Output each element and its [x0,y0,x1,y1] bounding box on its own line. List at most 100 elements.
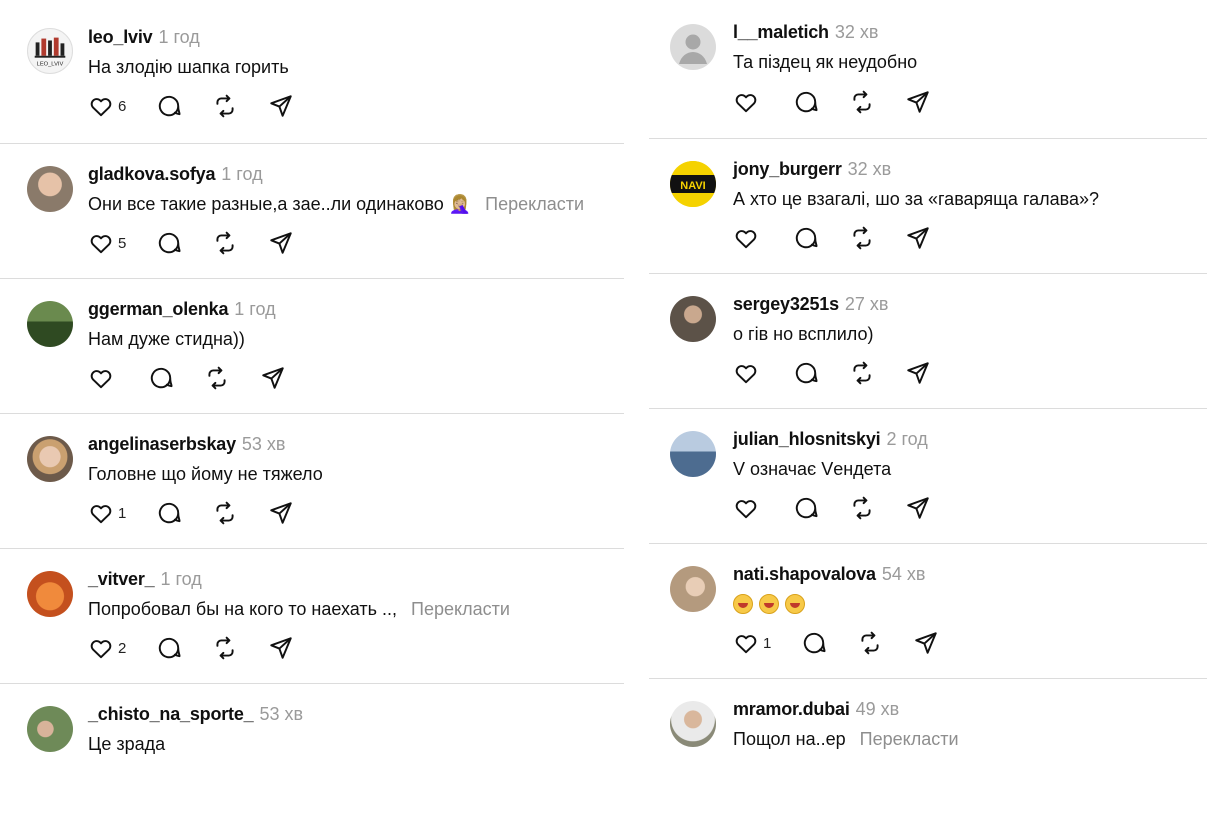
comment-icon [801,630,827,656]
post: sergey3251s 27 хв о гів но всплило) [649,274,1207,409]
repost-button[interactable] [849,89,875,115]
like-button[interactable] [733,225,763,251]
like-button[interactable]: 6 [88,93,126,119]
reply-button[interactable] [801,630,827,656]
comment-icon [148,365,174,391]
like-button[interactable]: 2 [88,635,126,661]
action-bar [88,364,316,392]
username[interactable]: _vitver_ [88,569,155,589]
reply-button[interactable] [793,360,819,386]
username[interactable]: nati.shapovalova [733,564,876,584]
reply-button[interactable] [793,225,819,251]
avatar[interactable] [27,706,73,752]
like-button[interactable]: 5 [88,230,126,256]
avatar[interactable] [670,701,716,747]
like-button[interactable] [733,360,763,386]
comment-text: V означає Vендета [733,459,892,479]
share-button[interactable] [268,230,294,256]
post-time: 53 хв [259,704,304,724]
username[interactable]: _chisto_na_sporte_ [88,704,254,724]
action-bar: 5 [88,229,324,257]
avatar[interactable] [670,296,716,342]
like-button[interactable] [88,365,118,391]
share-button[interactable] [268,635,294,661]
post-time: 1 год [221,164,263,184]
comment-text: Пощол на..ер [733,729,846,749]
reply-button[interactable] [156,635,182,661]
like-button[interactable] [733,89,763,115]
comment-text: Головне що йому не тяжело [88,464,323,484]
share-button[interactable] [913,630,939,656]
like-count: 6 [118,97,127,115]
post: gladkova.sofya 1 год Они все такие разные… [0,144,624,279]
repost-button[interactable] [849,360,875,386]
translate-link[interactable]: Перекласти [485,194,584,214]
post: LEO_LVIV leo_lviv 1 год На злодію шапка г… [0,0,624,144]
share-icon [268,500,294,526]
post-time: 32 хв [847,159,892,179]
repost-button[interactable] [212,500,238,526]
heart-icon [733,225,759,251]
avatar[interactable] [670,24,716,70]
like-button[interactable]: 1 [88,500,126,526]
post-time: 27 хв [844,294,889,314]
avatar[interactable] [27,571,73,617]
avatar[interactable] [670,566,716,612]
heart-icon [733,495,759,521]
reply-button[interactable] [156,500,182,526]
username[interactable]: ggerman_olenka [88,299,228,319]
share-button[interactable] [905,89,931,115]
post: l__maletich 32 хв Та пізде‌ц як неудобно [649,0,1207,139]
post-time: 1 год [160,569,202,589]
username[interactable]: mramor.dubai [733,699,850,719]
reply-button[interactable] [156,93,182,119]
share-icon [905,225,931,251]
translate-link[interactable]: Перекласти [860,729,959,749]
username[interactable]: jony_burgerr [733,159,842,179]
repost-icon [849,495,875,521]
username[interactable]: angelinaserbskay [88,434,236,454]
action-bar: 1 [733,629,969,657]
like-count: 5 [118,234,127,252]
repost-button[interactable] [212,230,238,256]
like-button[interactable]: 1 [733,630,771,656]
share-button[interactable] [268,500,294,526]
repost-button[interactable] [212,93,238,119]
share-button[interactable] [260,365,286,391]
comment-icon [793,495,819,521]
avatar[interactable] [670,431,716,477]
post: _chisto_na_sporte_ 53 хв Це зрада [0,684,624,819]
username[interactable]: l__maletich [733,22,829,42]
reply-button[interactable] [793,495,819,521]
username[interactable]: julian_hlosnitskyi [733,429,881,449]
share-button[interactable] [905,360,931,386]
like-button[interactable] [733,495,763,521]
repost-button[interactable] [204,365,230,391]
reply-button[interactable] [148,365,174,391]
share-button[interactable] [268,93,294,119]
default-avatar-icon [679,34,707,64]
action-bar: 2 [88,634,324,662]
action-bar [733,88,961,116]
avatar[interactable] [27,436,73,482]
repost-button[interactable] [857,630,883,656]
like-count: 1 [118,504,127,522]
username[interactable]: leo_lviv [88,27,153,47]
share-button[interactable] [905,225,931,251]
username[interactable]: gladkova.sofya [88,164,215,184]
reply-button[interactable] [156,230,182,256]
username[interactable]: sergey3251s [733,294,839,314]
comment-icon [793,89,819,115]
comment-icon [156,635,182,661]
reply-button[interactable] [793,89,819,115]
repost-button[interactable] [849,225,875,251]
svg-text:LEO_LVIV: LEO_LVIV [37,61,64,67]
repost-button[interactable] [849,495,875,521]
avatar[interactable]: LEO_LVIV [27,28,73,74]
avatar[interactable] [27,166,73,212]
avatar[interactable]: NAVI [670,161,716,207]
repost-button[interactable] [212,635,238,661]
avatar[interactable] [27,301,73,347]
translate-link[interactable]: Перекласти [411,599,510,619]
share-button[interactable] [905,495,931,521]
